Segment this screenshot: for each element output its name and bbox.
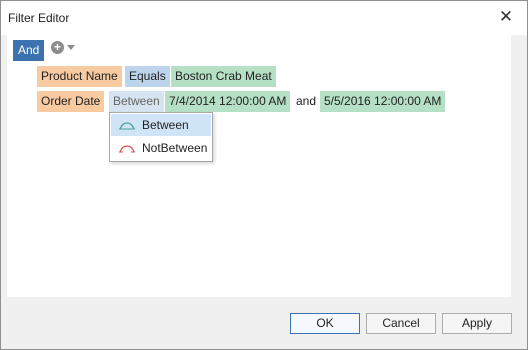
close-icon[interactable]: ✕ bbox=[497, 8, 515, 26]
condition-2-operator[interactable]: Between bbox=[109, 91, 164, 112]
not-between-icon bbox=[119, 145, 135, 153]
condition-2-joiner: and bbox=[296, 94, 317, 108]
condition-1-field[interactable]: Product Name bbox=[37, 66, 122, 87]
dialog-title: Filter Editor bbox=[8, 11, 70, 25]
condition-1-operator[interactable]: Equals bbox=[125, 66, 170, 87]
chevron-down-icon bbox=[67, 45, 75, 50]
operator-option-notbetween[interactable]: NotBetween bbox=[111, 137, 211, 159]
plus-circle-icon: + bbox=[51, 41, 64, 54]
cancel-button[interactable]: Cancel bbox=[366, 313, 436, 334]
condition-2-value-1[interactable]: 7/4/2014 12:00:00 AM bbox=[165, 91, 291, 112]
operator-option-label: NotBetween bbox=[142, 141, 208, 155]
operator-dropdown: Between NotBetween bbox=[109, 112, 213, 162]
filter-editor-dialog: Filter Editor ✕ And + Product Name Equal… bbox=[0, 0, 528, 350]
group-operator-and[interactable]: And bbox=[13, 40, 45, 61]
title-bar: Filter Editor ✕ bbox=[1, 1, 527, 35]
condition-2-field[interactable]: Order Date bbox=[37, 91, 105, 112]
ok-button[interactable]: OK bbox=[290, 313, 360, 334]
condition-1-value[interactable]: Boston Crab Meat bbox=[171, 66, 276, 87]
operator-option-label: Between bbox=[142, 118, 189, 132]
filter-editor-area: And + Product Name Equals Boston Crab Me… bbox=[7, 35, 511, 297]
operator-option-between[interactable]: Between bbox=[111, 114, 211, 136]
apply-button[interactable]: Apply bbox=[442, 313, 512, 334]
condition-2-value-2[interactable]: 5/5/2016 12:00:00 AM bbox=[320, 91, 446, 112]
between-icon bbox=[119, 122, 135, 130]
